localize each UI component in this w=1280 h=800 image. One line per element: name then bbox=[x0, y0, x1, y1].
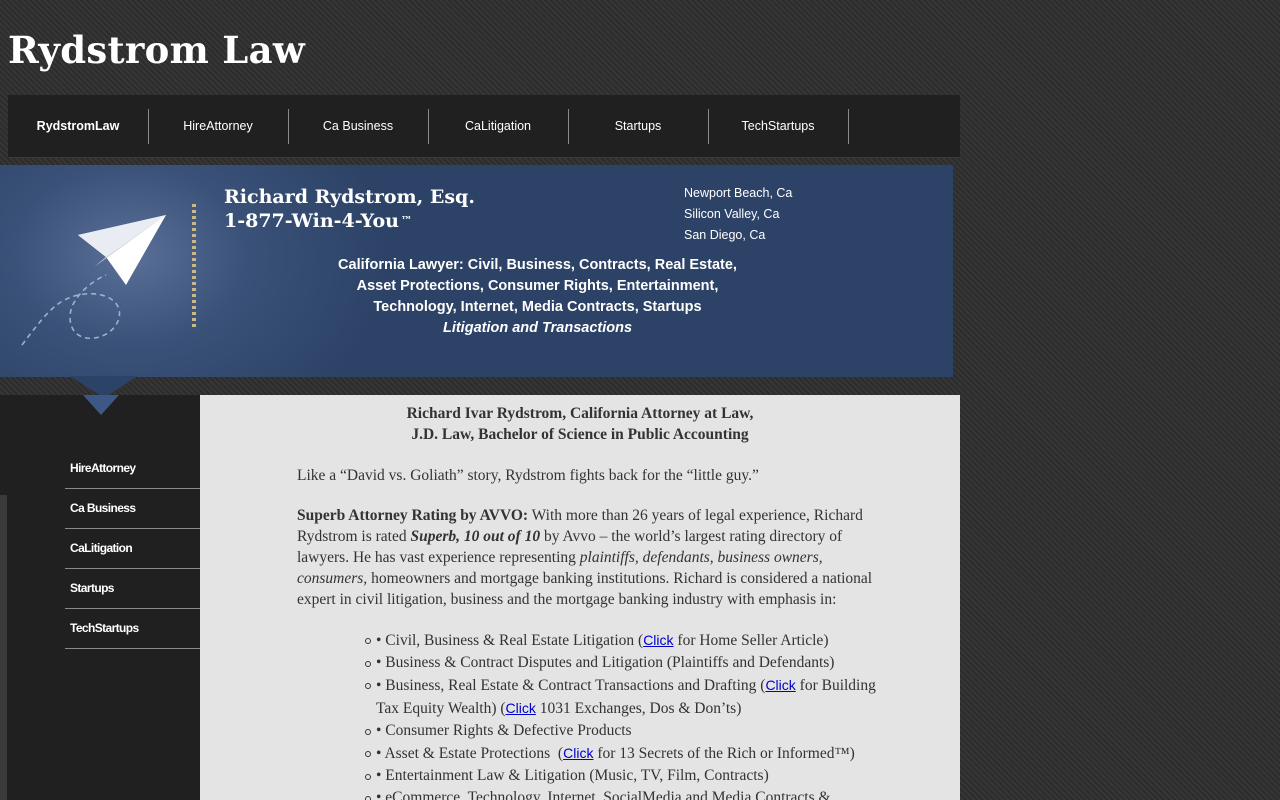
sidebar-edge bbox=[0, 495, 7, 800]
dotted-divider bbox=[192, 204, 196, 330]
location-newport-beach: Newport Beach, Ca bbox=[684, 186, 793, 200]
practice-list: • Civil, Business & Real Estate Litigati… bbox=[200, 629, 960, 800]
practice-line-3: Technology, Internet, Media Contracts, S… bbox=[373, 299, 702, 315]
paper-plane-icon bbox=[21, 215, 166, 346]
sidenav-startups[interactable]: Startups bbox=[65, 569, 200, 609]
list-item: • Civil, Business & Real Estate Litigati… bbox=[365, 629, 894, 652]
topnav-ca-business[interactable]: Ca Business bbox=[288, 109, 429, 144]
content-heading: Richard Ivar Rydstrom, California Attorn… bbox=[200, 403, 960, 445]
list-item: • Business, Real Estate & Contract Trans… bbox=[365, 674, 894, 720]
site-title[interactable]: Rydstrom Law bbox=[8, 28, 305, 72]
topnav-calitigation[interactable]: CaLitigation bbox=[428, 109, 569, 144]
main-content: Richard Ivar Rydstrom, California Attorn… bbox=[200, 395, 960, 800]
practice-line-2: Asset Protections, Consumer Rights, Ente… bbox=[356, 278, 719, 294]
list-item-text: • Asset & Estate Protections ( bbox=[376, 745, 564, 762]
location-silicon-valley: Silicon Valley, Ca bbox=[684, 207, 780, 221]
topnav-rydstromlaw[interactable]: RydstromLaw bbox=[8, 109, 149, 144]
topnav-hireattorney[interactable]: HireAttorney bbox=[148, 109, 289, 144]
heading-line-1: Richard Ivar Rydstrom, California Attorn… bbox=[406, 405, 754, 422]
avvo-text-3: homeowners and mortgage banking institut… bbox=[297, 570, 873, 608]
sidenav-calitigation[interactable]: CaLitigation bbox=[65, 529, 200, 569]
home-seller-article-link[interactable]: Click bbox=[643, 632, 673, 648]
location-san-diego: San Diego, Ca bbox=[684, 228, 766, 242]
avvo-label: Superb Attorney Rating by AVVO: bbox=[297, 507, 529, 524]
list-item-text: • Civil, Business & Real Estate Litigati… bbox=[376, 632, 644, 649]
topnav-techstartups[interactable]: TechStartups bbox=[708, 109, 849, 144]
banner-practice-areas: California Lawyer: Civil, Business, Cont… bbox=[300, 255, 775, 339]
list-item-text: • Business, Real Estate & Contract Trans… bbox=[376, 677, 766, 694]
list-item: • Business & Contract Disputes and Litig… bbox=[365, 652, 894, 674]
practice-line-1: California Lawyer: Civil, Business, Cont… bbox=[338, 257, 737, 273]
banner-attorney-name: Richard Rydstrom, Esq. bbox=[224, 186, 475, 208]
list-item-text: 1031 Exchanges, Dos & Don’ts) bbox=[535, 700, 742, 717]
secrets-of-the-rich-link[interactable]: Click bbox=[563, 745, 593, 761]
sidebar-arrow bbox=[83, 395, 119, 415]
1031-exchanges-link[interactable]: Click bbox=[506, 700, 536, 716]
list-item: • Consumer Rights & Defective Products bbox=[365, 720, 894, 742]
sidenav-ca-business[interactable]: Ca Business bbox=[65, 489, 200, 529]
list-item-text: for Home Seller Article) bbox=[673, 632, 829, 649]
banner-tagline: Litigation and Transactions bbox=[442, 320, 633, 336]
top-navigation: RydstromLaw HireAttorney Ca Business CaL… bbox=[8, 95, 960, 158]
topnav-startups[interactable]: Startups bbox=[568, 109, 709, 144]
side-navigation: HireAttorney Ca Business CaLitigation St… bbox=[65, 449, 200, 649]
intro-paragraph: Like a “David vs. Goliath” story, Rydstr… bbox=[297, 467, 759, 484]
banner-phone-number: 1-877-Win-4-You bbox=[224, 210, 399, 232]
banner-locations: Newport Beach, Ca Silicon Valley, Ca San… bbox=[684, 183, 792, 246]
list-item: • Asset & Estate Protections (Click for … bbox=[365, 742, 894, 765]
list-item: • Entertainment Law & Litigation (Music,… bbox=[365, 765, 894, 787]
sidenav-techstartups[interactable]: TechStartups bbox=[65, 609, 200, 649]
tax-equity-wealth-link[interactable]: Click bbox=[765, 677, 795, 693]
heading-line-2: J.D. Law, Bachelor of Science in Public … bbox=[411, 426, 749, 443]
list-item-text: for 13 Secrets of the Rich or Informed™) bbox=[593, 745, 855, 762]
list-item: • eCommerce, Technology, Internet, Socia… bbox=[365, 787, 894, 800]
avvo-paragraph: Superb Attorney Rating by AVVO: With mor… bbox=[200, 505, 960, 610]
trademark-mark: ™ bbox=[400, 214, 412, 227]
sidenav-hireattorney[interactable]: HireAttorney bbox=[65, 449, 200, 489]
avvo-rating: Superb, 10 out of 10 bbox=[410, 528, 541, 545]
banner-phone: 1-877-Win-4-You ™ bbox=[224, 210, 412, 232]
